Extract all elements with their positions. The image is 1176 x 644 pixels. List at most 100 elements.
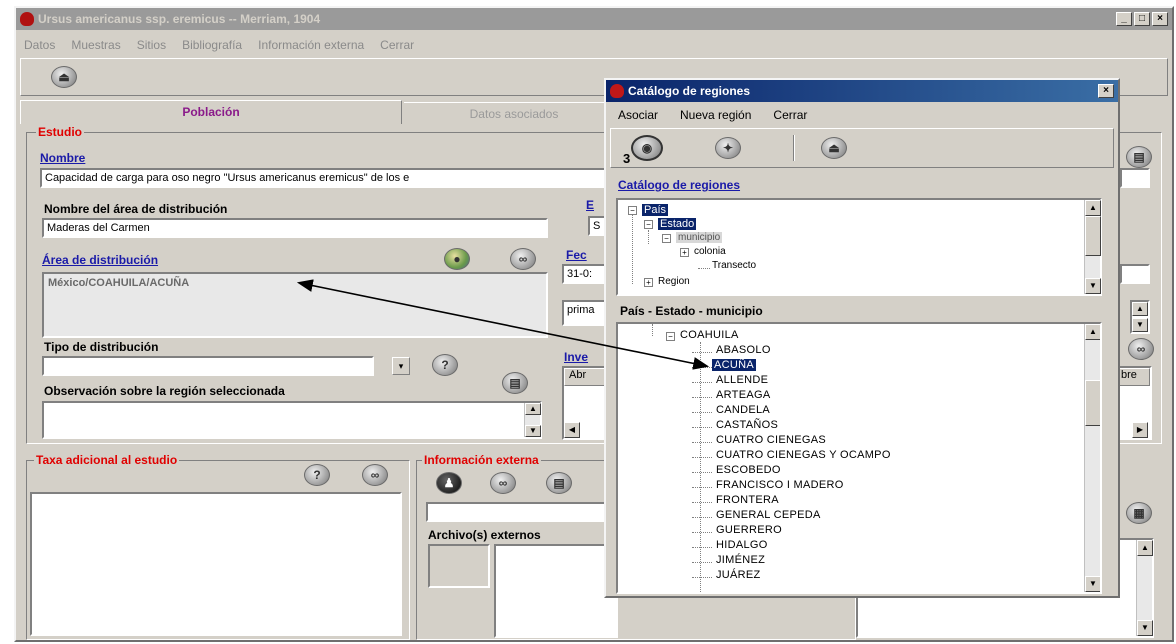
list-item[interactable]: JUÁREZ bbox=[716, 569, 761, 581]
menu-datos[interactable]: Datos bbox=[22, 38, 57, 52]
area-nombre-field[interactable]: Maderas del Carmen bbox=[42, 218, 548, 238]
spin-down-icon[interactable]: ▼ bbox=[1132, 318, 1148, 332]
tree-item-transecto[interactable]: Transecto bbox=[712, 260, 756, 271]
exit-icon[interactable]: ⏏ bbox=[51, 66, 77, 88]
tree-expander-pais[interactable]: − bbox=[628, 206, 637, 215]
tree-scrollbar[interactable]: ▲ ▼ bbox=[1084, 200, 1101, 294]
scroll-left-icon[interactable]: ◀ bbox=[564, 422, 580, 438]
tree-item-estado[interactable]: Estado bbox=[658, 218, 697, 230]
print-icon[interactable]: ▦ bbox=[1126, 502, 1152, 524]
list-item-selected[interactable]: ACUÑA bbox=[712, 359, 757, 371]
tree-item-region[interactable]: Region bbox=[658, 276, 690, 287]
nombre-field[interactable]: Capacidad de carga para oso negro "Ursus… bbox=[40, 168, 620, 188]
list-item[interactable]: ABASOLO bbox=[716, 344, 771, 356]
list-item[interactable]: HIDALGO bbox=[716, 539, 768, 551]
right-bottom-scrollbar[interactable]: ▲ ▼ bbox=[1136, 540, 1153, 636]
main-menu-bar: Datos Muestras Sitios Bibliografía Infor… bbox=[22, 38, 416, 52]
tree-scroll-down-icon[interactable]: ▼ bbox=[1085, 278, 1101, 294]
scroll-up-icon[interactable]: ▲ bbox=[525, 403, 541, 415]
tab-poblacion[interactable]: Población bbox=[20, 100, 402, 124]
list-item[interactable]: CASTAÑOS bbox=[716, 419, 778, 431]
link-icon[interactable]: ∞ bbox=[510, 248, 536, 270]
globe-icon[interactable]: ● bbox=[444, 248, 470, 270]
list-item[interactable]: ESCOBEDO bbox=[716, 464, 781, 476]
area-nombre-label: Nombre del área de distribución bbox=[44, 202, 228, 216]
toolbar-badge: 3 bbox=[623, 151, 631, 166]
right-field-1[interactable] bbox=[1120, 264, 1150, 284]
state-item[interactable]: COAHUILA bbox=[680, 329, 739, 341]
observacion-field[interactable]: ▲ ▼ bbox=[42, 401, 542, 439]
save-info-icon[interactable]: ▤ bbox=[546, 472, 572, 494]
nombre-label: Nombre bbox=[40, 151, 86, 165]
minimize-button[interactable]: _ bbox=[1116, 12, 1132, 26]
tree-item-municipio[interactable]: municipio bbox=[676, 232, 723, 243]
info-externa-title: Información externa bbox=[422, 453, 541, 467]
list-item[interactable]: FRANCISCO I MADERO bbox=[716, 479, 844, 491]
scroll-down-icon[interactable]: ▼ bbox=[525, 425, 541, 437]
save-icon[interactable]: ▤ bbox=[502, 372, 528, 394]
link-taxa-icon[interactable]: ∞ bbox=[362, 464, 388, 486]
tree-expander-estado[interactable]: − bbox=[644, 220, 653, 229]
link-right-icon[interactable]: ∞ bbox=[1128, 338, 1154, 360]
tree-expander-colonia[interactable]: + bbox=[680, 248, 689, 257]
tipo-distribucion-select[interactable] bbox=[42, 356, 374, 376]
menu-cerrar-catalogo[interactable]: Cerrar bbox=[771, 108, 809, 122]
maximize-button[interactable]: □ bbox=[1134, 12, 1150, 26]
associate-icon[interactable]: ◉ bbox=[631, 135, 663, 161]
nombre-field-right[interactable] bbox=[1120, 168, 1150, 188]
list-item[interactable]: CANDELA bbox=[716, 404, 770, 416]
scroll-down-2-icon[interactable]: ▼ bbox=[1137, 620, 1153, 636]
observacion-scrollbar[interactable]: ▲ ▼ bbox=[524, 403, 541, 437]
tree-item-pais[interactable]: País bbox=[642, 204, 669, 216]
menu-sitios[interactable]: Sitios bbox=[135, 38, 168, 52]
menu-informacion-externa[interactable]: Información externa bbox=[256, 38, 366, 52]
tree-expander-region[interactable]: + bbox=[644, 278, 653, 287]
right-spin[interactable]: ▲ ▼ bbox=[1130, 300, 1150, 334]
region-tree[interactable]: − País − Estado − municipio + colonia Tr… bbox=[616, 198, 1102, 296]
scroll-up-2-icon[interactable]: ▲ bbox=[1137, 540, 1153, 556]
menu-muestras[interactable]: Muestras bbox=[69, 38, 122, 52]
list-scroll-thumb[interactable] bbox=[1085, 380, 1100, 426]
menu-cerrar[interactable]: Cerrar bbox=[378, 38, 416, 52]
scroll-right-icon[interactable]: ▶ bbox=[1132, 422, 1148, 438]
list-item[interactable]: ARTEAGA bbox=[716, 389, 770, 401]
tree-scroll-up-icon[interactable]: ▲ bbox=[1085, 200, 1101, 216]
person-icon[interactable]: ♟ bbox=[436, 472, 462, 494]
close-button[interactable]: × bbox=[1152, 12, 1168, 26]
partial-inv-label: Inve bbox=[564, 350, 589, 364]
catalog-menu-bar: Asociar Nueva región Cerrar bbox=[616, 108, 809, 122]
catalog-window: Catálogo de regiones × Asociar Nueva reg… bbox=[604, 78, 1120, 598]
tree-expander-municipio[interactable]: − bbox=[662, 234, 671, 243]
list-item[interactable]: CUATRO CIENEGAS Y OCAMPO bbox=[716, 449, 891, 461]
list-item[interactable]: ALLENDE bbox=[716, 374, 768, 386]
list-item[interactable]: GENERAL CEPEDA bbox=[716, 509, 821, 521]
chevron-down-icon[interactable]: ▾ bbox=[392, 357, 410, 375]
list-scroll-up-icon[interactable]: ▲ bbox=[1085, 324, 1100, 340]
list-item[interactable]: CUATRO CIENEGAS bbox=[716, 434, 826, 446]
tree-scroll-thumb[interactable] bbox=[1085, 216, 1101, 256]
list-item[interactable]: JIMÉNEZ bbox=[716, 554, 765, 566]
archivos-list[interactable] bbox=[494, 544, 618, 638]
info-externa-field[interactable] bbox=[426, 502, 616, 522]
list-item[interactable]: FRONTERA bbox=[716, 494, 779, 506]
new-region-icon[interactable]: ✦ bbox=[715, 137, 741, 159]
link-info-icon[interactable]: ∞ bbox=[490, 472, 516, 494]
list-scroll-down-icon[interactable]: ▼ bbox=[1085, 576, 1100, 592]
menu-asociar[interactable]: Asociar bbox=[616, 108, 660, 122]
menu-bibliografia[interactable]: Bibliografía bbox=[180, 38, 244, 52]
tab-datos-asociados[interactable]: Datos asociados bbox=[404, 102, 624, 126]
catalog-close-button[interactable]: × bbox=[1098, 84, 1114, 98]
state-expander[interactable]: − bbox=[666, 332, 675, 341]
municipio-scrollbar[interactable]: ▲ ▼ bbox=[1084, 324, 1100, 592]
list-item[interactable]: GUERRERO bbox=[716, 524, 782, 536]
help-icon[interactable]: ? bbox=[432, 354, 458, 376]
area-distribucion-field[interactable]: México/COAHUILA/ACUÑA bbox=[42, 272, 548, 338]
tree-item-colonia[interactable]: colonia bbox=[694, 246, 726, 257]
exit-catalog-icon[interactable]: ⏏ bbox=[821, 137, 847, 159]
partial-e-label: E bbox=[586, 198, 595, 212]
taxa-list[interactable] bbox=[30, 492, 402, 636]
menu-nueva-region[interactable]: Nueva región bbox=[678, 108, 753, 122]
save-right-icon[interactable]: ▤ bbox=[1126, 146, 1152, 168]
help-taxa-icon[interactable]: ? bbox=[304, 464, 330, 486]
spin-up-icon[interactable]: ▲ bbox=[1132, 302, 1148, 316]
